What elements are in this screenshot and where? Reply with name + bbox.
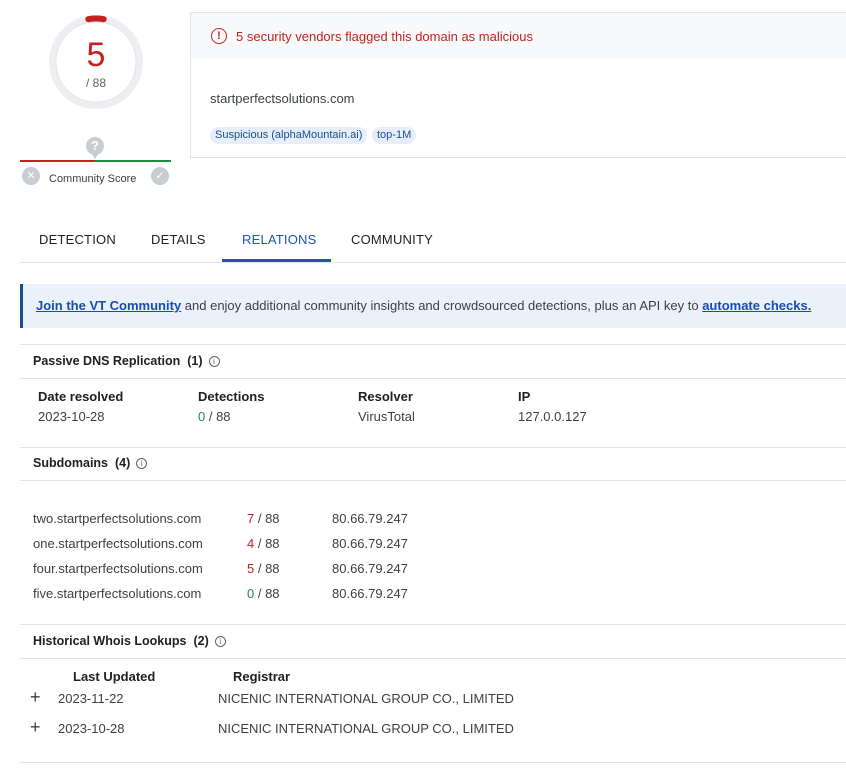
col-header-date-resolved[interactable]: Date resolved [38, 389, 123, 404]
subdomain-ip-link[interactable]: 80.66.79.247 [332, 561, 408, 576]
subdomain-link[interactable]: five.startperfectsolutions.com [33, 586, 201, 601]
subdomain-detection-total: / 88 [254, 536, 280, 551]
section-divider [20, 624, 846, 625]
tab-relations[interactable]: RELATIONS [242, 232, 317, 247]
community-score-question-icon: ? [86, 137, 104, 159]
passive-dns-count: (1) [187, 354, 203, 368]
tab-detection[interactable]: DETECTION [39, 232, 116, 247]
section-divider [20, 447, 846, 448]
subdomain-link[interactable]: one.startperfectsolutions.com [33, 536, 203, 551]
subdomain-detections: 0 / 88 [247, 586, 280, 601]
community-score-bar-negative [20, 160, 95, 162]
alert-text: 5 security vendors flagged this domain a… [236, 29, 533, 44]
whois-date: 2023-10-28 [58, 721, 125, 736]
banner-middle-text: and enjoy additional community insights … [181, 298, 703, 313]
tab-community[interactable]: COMMUNITY [351, 232, 433, 247]
community-score-label: Community Score [49, 173, 137, 185]
detection-score-ring: 5 / 88 [46, 12, 146, 112]
whois-date: 2023-11-22 [58, 691, 124, 706]
subdomain-ip-link[interactable]: 80.66.79.247 [332, 536, 408, 551]
subdomains-title: Subdomains (4) i [33, 456, 148, 470]
subdomains-title-text: Subdomains [33, 456, 109, 470]
subdomain-detections: 4 / 88 [247, 536, 280, 551]
vote-malicious-icon[interactable]: ✕ [22, 167, 40, 185]
subdomain-ip-link[interactable]: 80.66.79.247 [332, 586, 408, 601]
subdomain-link[interactable]: two.startperfectsolutions.com [33, 511, 201, 526]
dns-detections-total: / 88 [205, 409, 231, 424]
info-icon[interactable]: i [208, 356, 220, 367]
subdomains-count: (4) [114, 456, 131, 470]
dns-detections: 0 / 88 [198, 409, 231, 424]
join-community-link[interactable]: Join the VT Community [36, 298, 181, 313]
passive-dns-title: Passive DNS Replication (1) i [33, 354, 220, 368]
section-divider [20, 378, 846, 379]
section-divider [20, 658, 846, 659]
whois-title: Historical Whois Lookups (2) i [33, 634, 226, 648]
subdomain-detections: 5 / 88 [247, 561, 280, 576]
domain-name: startperfectsolutions.com [210, 91, 355, 106]
subdomain-detection-total: / 88 [254, 586, 280, 601]
subdomain-detection-total: / 88 [254, 511, 280, 526]
subdomain-detection-total: / 88 [254, 561, 280, 576]
section-divider [20, 344, 846, 345]
subdomain-ip-link[interactable]: 80.66.79.247 [332, 511, 408, 526]
community-banner-text: Join the VT Community and enjoy addition… [36, 298, 811, 313]
section-divider [20, 480, 846, 481]
passive-dns-title-text: Passive DNS Replication [33, 354, 181, 368]
section-divider [20, 762, 846, 763]
vote-harmless-icon[interactable]: ✓ [151, 167, 169, 185]
info-icon[interactable]: i [136, 458, 148, 469]
expand-row-plus-icon[interactable]: + [30, 687, 41, 708]
tabs-divider [20, 262, 846, 263]
col-header-last-updated[interactable]: Last Updated [73, 669, 155, 684]
tag-suspicious[interactable]: Suspicious (alphaMountain.ai) [210, 127, 368, 144]
whois-registrar: NICENIC INTERNATIONAL GROUP CO., LIMITED [218, 691, 514, 706]
col-header-registrar[interactable]: Registrar [233, 669, 290, 684]
subdomain-detections: 7 / 88 [247, 511, 280, 526]
whois-title-text: Historical Whois Lookups [33, 634, 187, 648]
dns-resolver: VirusTotal [358, 409, 415, 424]
whois-count: (2) [193, 634, 209, 648]
automate-checks-link[interactable]: automate checks. [702, 298, 811, 313]
col-header-resolver[interactable]: Resolver [358, 389, 413, 404]
col-header-ip[interactable]: IP [518, 389, 530, 404]
expand-row-plus-icon[interactable]: + [30, 717, 41, 738]
tag-top-1m[interactable]: top-1M [372, 127, 417, 144]
subdomain-link[interactable]: four.startperfectsolutions.com [33, 561, 203, 576]
detection-count: 5 [86, 36, 106, 74]
dns-date: 2023-10-28 [38, 409, 105, 424]
community-score-bar-positive [95, 160, 171, 162]
info-icon[interactable]: i [214, 636, 226, 647]
detection-total: / 88 [85, 76, 106, 90]
col-header-detections[interactable]: Detections [198, 389, 264, 404]
tab-details[interactable]: DETAILS [151, 232, 206, 247]
alert-exclamation-icon: ! [211, 28, 227, 44]
whois-registrar: NICENIC INTERNATIONAL GROUP CO., LIMITED [218, 721, 514, 736]
dns-ip-link[interactable]: 127.0.0.127 [518, 409, 587, 424]
